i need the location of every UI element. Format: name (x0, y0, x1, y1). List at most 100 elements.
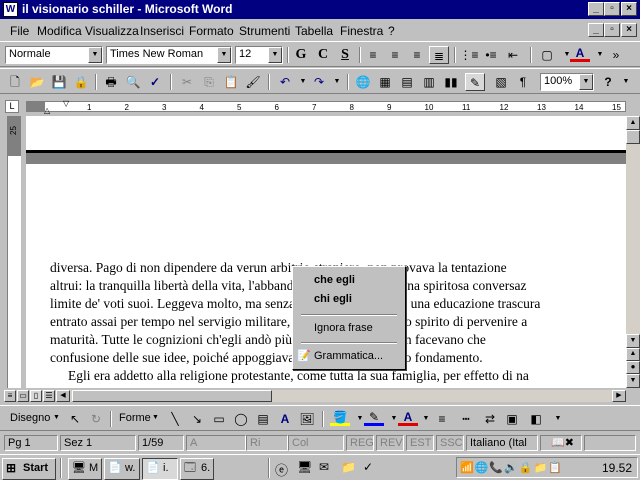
style-combo[interactable]: Normale ▼ (5, 46, 103, 64)
menu-visualizza[interactable]: Visualizza (85, 24, 139, 38)
menu-help[interactable]: ? (388, 24, 395, 38)
horizontal-ruler[interactable]: 1 2 3 4 5 6 7 8 9 10 11 12 13 14 15 ▽ △ (26, 99, 626, 115)
arrow-style-icon[interactable]: ⇄ (480, 410, 500, 428)
select-objects-icon[interactable]: ↖ (65, 410, 85, 428)
desktop-icon[interactable]: 🖥 (297, 460, 312, 474)
taskbar-task-3[interactable]: 📄 i. (142, 458, 178, 480)
zoom-combo[interactable]: 100% ▼ (540, 73, 594, 91)
tables-borders-icon[interactable]: ▦ (375, 73, 395, 91)
clipart-icon[interactable]: 🖼 (297, 410, 317, 428)
menu-inserisci[interactable]: Inserisci (140, 24, 184, 38)
borders-icon[interactable]: ▢ (537, 46, 557, 64)
scroll-down-icon[interactable]: ▼ (626, 334, 640, 348)
suggestion-che-egli[interactable]: che egli (314, 274, 355, 286)
bullet-list-icon[interactable]: •≡ (481, 46, 501, 64)
ignore-sentence-item[interactable]: Ignora frase (314, 322, 373, 334)
close-button[interactable]: × (621, 2, 637, 16)
hscroll-thumb[interactable] (72, 390, 272, 402)
start-button[interactable]: ⊞ Start (2, 458, 56, 480)
align-right-icon[interactable]: ≡ (407, 46, 427, 64)
hanging-indent-icon[interactable]: △ (44, 106, 50, 115)
scroll-right-icon[interactable]: ▶ (612, 390, 626, 402)
draw-menu[interactable]: Disegno (10, 412, 50, 424)
cut-icon[interactable]: ✂ (177, 73, 197, 91)
outline-view-icon[interactable]: ☰ (43, 390, 55, 402)
dash-style-icon[interactable]: ┅ (456, 410, 476, 428)
font-size-combo[interactable]: 12 ▼ (235, 46, 283, 64)
word-app-icon[interactable]: W (3, 2, 18, 17)
scroll-thumb[interactable] (626, 130, 640, 144)
chevron-down-icon[interactable]: ▼ (88, 47, 102, 63)
browse-object-icon[interactable]: ● (626, 361, 640, 374)
chevron-down-icon[interactable]: ▼ (548, 410, 568, 428)
document-map-icon[interactable]: ▧ (491, 73, 511, 91)
maximize-button[interactable]: ▫ (604, 2, 620, 16)
print-icon[interactable]: 🖶 (101, 73, 121, 91)
menu-strumenti[interactable]: Strumenti (239, 24, 290, 38)
print-preview-icon[interactable]: 🔍 (123, 73, 143, 91)
font-color-icon[interactable]: A (398, 410, 418, 426)
chevron-down-icon[interactable]: ▼ (616, 73, 636, 91)
undo-icon[interactable]: ↶ (275, 73, 295, 91)
folder-icon[interactable]: 📁 (341, 460, 356, 474)
font-color-icon[interactable]: A (570, 46, 590, 62)
menu-file[interactable]: File (10, 24, 29, 38)
numbered-list-icon[interactable]: ⋮≡ (459, 46, 479, 64)
page-view-icon[interactable]: ▯ (30, 390, 42, 402)
outlook-icon[interactable]: ✉ (319, 460, 329, 474)
tray-icons[interactable]: 📶🌐📞🔊🔒📁📋 (460, 461, 563, 474)
taskbar-task-2[interactable]: 📄 w. (104, 458, 140, 480)
open-folder-icon[interactable]: 📂 (27, 73, 47, 91)
spelling-status-icon[interactable]: 📖✖ (540, 435, 582, 451)
suggestion-chi-egli[interactable]: chi egli (314, 293, 352, 305)
drawing-icon[interactable]: ✎ (465, 73, 485, 91)
status-rec[interactable]: REG (346, 435, 374, 451)
chevron-down-icon[interactable]: ▼ (327, 73, 347, 91)
save-icon[interactable]: 💾 (49, 73, 69, 91)
wordart-icon[interactable]: A (275, 410, 295, 428)
hyperlink-icon[interactable]: 🌐 (353, 73, 373, 91)
help-icon[interactable]: ? (598, 73, 618, 91)
insert-table-icon[interactable]: ▤ (397, 73, 417, 91)
rectangle-icon[interactable]: ▭ (209, 410, 229, 428)
fill-color-icon[interactable]: 🪣 (330, 410, 350, 426)
permission-icon[interactable]: 🔒 (71, 73, 91, 91)
oval-icon[interactable]: ◯ (231, 410, 251, 428)
chevron-down-icon[interactable]: ▼ (217, 47, 231, 63)
status-language[interactable]: Italiano (Ital (466, 435, 538, 451)
previous-page-icon[interactable]: ▲ (626, 348, 640, 361)
web-view-icon[interactable]: ▭ (17, 390, 29, 402)
new-document-icon[interactable]: 🗋 (5, 73, 25, 91)
status-rev[interactable]: REV (376, 435, 404, 451)
redo-icon[interactable]: ↷ (309, 73, 329, 91)
next-page-icon[interactable]: ▼ (626, 374, 640, 388)
bold-button[interactable]: G (291, 46, 311, 64)
clock[interactable]: 19.52 (602, 461, 632, 475)
vertical-scrollbar[interactable]: ▲ ▼ ▲ ● ▼ (626, 116, 640, 388)
taskbar-task-4[interactable]: 🗔 6. (180, 458, 214, 480)
taskbar-task-1[interactable]: 🖥 M (68, 458, 102, 480)
spelling-icon[interactable]: ✓ (145, 73, 165, 91)
chevron-down-icon[interactable]: ▼ (152, 414, 159, 421)
chevron-down-icon[interactable]: ▼ (268, 47, 282, 63)
line-color-icon[interactable]: ✎ (364, 410, 384, 426)
chevron-down-icon[interactable]: ▼ (53, 414, 60, 421)
vertical-ruler[interactable]: 25 (4, 116, 22, 388)
line-style-icon[interactable]: ≡ (432, 410, 452, 428)
menu-tabella[interactable]: Tabella (295, 24, 333, 38)
scroll-left-icon[interactable]: ◀ (56, 390, 70, 402)
underline-button[interactable]: S (335, 46, 355, 64)
copy-icon[interactable]: ⎘ (199, 73, 219, 91)
text-box-icon[interactable]: ▤ (253, 410, 273, 428)
menu-finestra[interactable]: Finestra (340, 24, 383, 38)
3d-icon[interactable]: ◧ (526, 410, 546, 428)
status-ext[interactable]: EST (406, 435, 434, 451)
doc-close-button[interactable]: × (621, 23, 637, 37)
show-hide-icon[interactable]: ¶ (513, 73, 533, 91)
shadow-icon[interactable]: ▣ (502, 410, 522, 428)
free-rotate-icon[interactable]: ↻ (86, 410, 106, 428)
align-left-icon[interactable]: ≡ (363, 46, 383, 64)
internet-explorer-icon[interactable]: ⓔ (275, 460, 288, 479)
italic-button[interactable]: C (313, 46, 333, 64)
doc-minimize-button[interactable]: _ (588, 23, 604, 37)
